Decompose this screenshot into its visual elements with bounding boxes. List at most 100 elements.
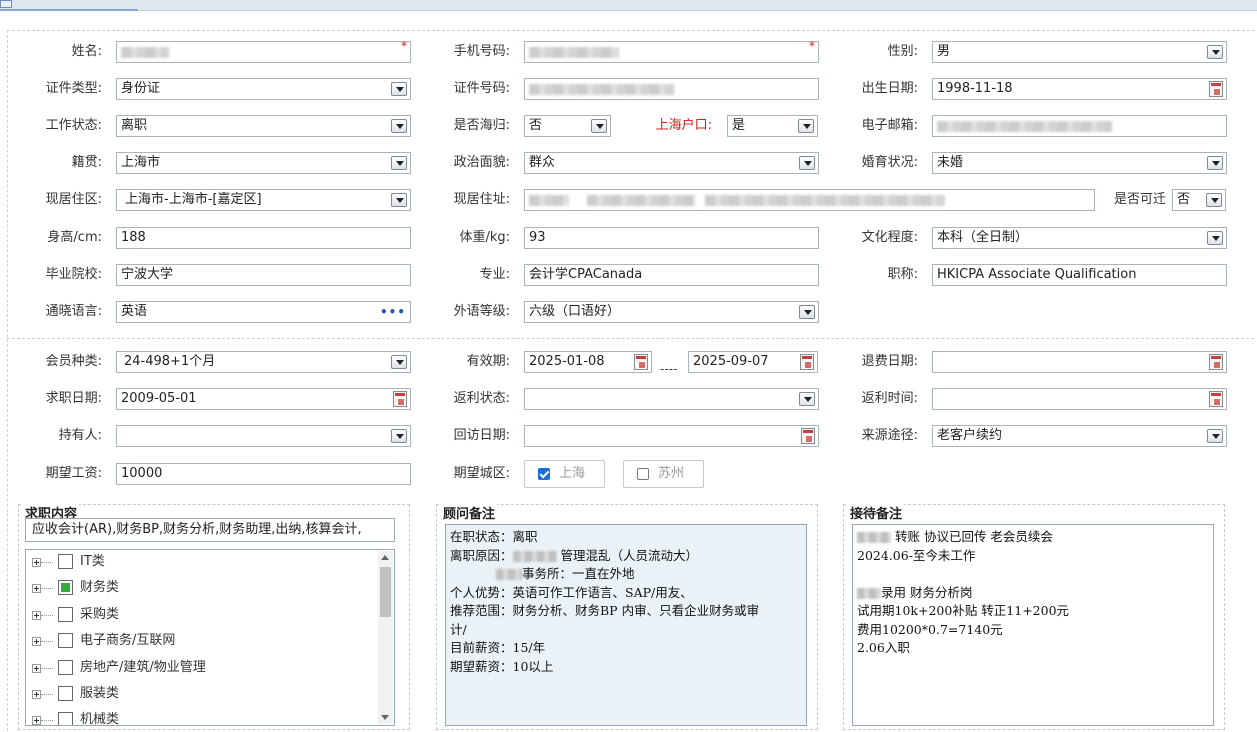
tree-item[interactable]: 电子商务/互联网: [26, 629, 376, 655]
id-type-select[interactable]: 身份证: [116, 78, 411, 100]
chevron-down-icon[interactable]: [1207, 45, 1223, 59]
major-field[interactable]: 会计学CPACanada: [524, 264, 819, 286]
chevron-down-icon[interactable]: [1207, 231, 1223, 245]
reception-notes-textarea[interactable]: 转账 协议已回传 老会员续会 2024.06-至今未工作 录用 财务分析岗 试用期10…: [852, 524, 1214, 726]
tree-item[interactable]: 房地产/建筑/物业管理: [26, 656, 376, 682]
expand-icon[interactable]: [32, 690, 41, 699]
height-field[interactable]: 188: [116, 227, 411, 249]
checkbox-icon[interactable]: [58, 660, 73, 675]
visit-date-field[interactable]: [524, 425, 819, 447]
valid-start-field[interactable]: 2025-01-08: [524, 351, 652, 373]
language-level-label: 外语等级:: [453, 304, 510, 319]
chevron-down-icon[interactable]: [798, 119, 814, 133]
work-status-select[interactable]: 离职: [116, 115, 411, 137]
tree-scrollbar[interactable]: [378, 551, 393, 724]
chevron-down-icon[interactable]: [391, 82, 407, 96]
rebate-status-select[interactable]: [524, 388, 819, 410]
note-text: 离职原因：: [450, 547, 513, 563]
calendar-icon[interactable]: [1209, 391, 1223, 407]
chevron-down-icon[interactable]: [1207, 156, 1223, 170]
checkbox-partial-icon[interactable]: [58, 580, 73, 595]
tree-item[interactable]: IT类: [26, 550, 376, 576]
advisor-notes-textarea[interactable]: 在职状态：离职 离职原因： 管理混乱（人员流动大） 事务所：一直在外地 个人优势：英语…: [445, 524, 807, 726]
chevron-down-icon[interactable]: [391, 193, 407, 207]
residence-area-select[interactable]: 上海市-上海市-[嘉定区]: [116, 189, 411, 211]
education-select[interactable]: 本科（全日制）: [932, 227, 1227, 249]
city-option-shanghai[interactable]: 上海: [524, 460, 605, 488]
expand-icon[interactable]: [32, 716, 41, 725]
chevron-down-icon[interactable]: [1207, 429, 1223, 443]
returnee-select[interactable]: 否: [524, 115, 611, 137]
chevron-down-icon[interactable]: [391, 119, 407, 133]
expand-icon[interactable]: [32, 664, 41, 673]
relocate-select[interactable]: 否: [1172, 189, 1226, 211]
phone-field[interactable]: *: [524, 39, 819, 63]
checkbox-icon[interactable]: [58, 554, 73, 569]
chevron-down-icon[interactable]: [799, 392, 815, 406]
scroll-down-icon[interactable]: [381, 715, 389, 720]
refund-date-field[interactable]: [932, 351, 1227, 373]
birth-date-value: 1998-11-18: [937, 81, 1013, 96]
calendar-icon[interactable]: [800, 354, 814, 370]
marital-select[interactable]: 未婚: [932, 152, 1227, 174]
holder-select[interactable]: [116, 425, 411, 447]
calendar-icon[interactable]: [634, 354, 648, 370]
chevron-down-icon[interactable]: [799, 305, 815, 319]
weight-field[interactable]: 93: [524, 227, 819, 249]
checkbox-icon[interactable]: [58, 633, 73, 648]
city-option-suzhou[interactable]: 苏州: [623, 460, 704, 488]
redacted-text: [512, 550, 557, 562]
calendar-icon[interactable]: [1209, 81, 1223, 97]
tree-item[interactable]: 采购类: [26, 603, 376, 629]
expand-icon[interactable]: [32, 558, 41, 567]
name-field[interactable]: *: [116, 39, 411, 63]
redacted-address-3: [705, 195, 945, 206]
expand-icon[interactable]: [32, 584, 41, 593]
more-icon[interactable]: •••: [380, 305, 406, 319]
scroll-up-icon[interactable]: [381, 555, 389, 560]
note-line: 2.06入职: [857, 639, 1209, 658]
chevron-down-icon[interactable]: [799, 156, 815, 170]
language-level-select[interactable]: 六级（口语好）: [524, 301, 819, 323]
member-type-select[interactable]: 24-498+1个月: [116, 351, 411, 373]
member-type-value: 24-498+1个月: [124, 354, 216, 369]
calendar-icon[interactable]: [1209, 354, 1223, 370]
tree-item[interactable]: 机械类: [26, 708, 376, 725]
calendar-icon[interactable]: [801, 428, 815, 444]
expected-salary-field[interactable]: 10000: [116, 463, 411, 485]
email-field[interactable]: [932, 115, 1227, 137]
title-field[interactable]: HKICPA Associate Qualification: [932, 264, 1227, 286]
job-content-summary[interactable]: 应收会计(AR),财务BP,财务分析,财务助理,出纳,核算会计,: [25, 518, 395, 542]
checkbox-icon[interactable]: [58, 607, 73, 622]
rebate-time-field[interactable]: [932, 388, 1227, 410]
address-field[interactable]: [524, 189, 1095, 211]
calendar-icon[interactable]: [393, 391, 407, 407]
scrollbar-thumb[interactable]: [380, 567, 391, 617]
checkbox-icon[interactable]: [58, 686, 73, 701]
valid-end-field[interactable]: 2025-09-07: [688, 351, 818, 373]
expand-icon[interactable]: [32, 637, 41, 646]
expand-icon[interactable]: [32, 611, 41, 620]
shanghai-hukou-select[interactable]: 是: [727, 115, 818, 137]
source-select[interactable]: 老客户续约: [932, 425, 1227, 447]
chevron-down-icon[interactable]: [591, 119, 607, 133]
birth-date-field[interactable]: 1998-11-18: [932, 78, 1227, 100]
native-place-select[interactable]: 上海市: [116, 152, 411, 174]
chevron-down-icon[interactable]: [391, 156, 407, 170]
chevron-down-icon[interactable]: [1206, 193, 1222, 207]
job-seek-date-field[interactable]: 2009-05-01: [116, 388, 411, 410]
gender-select[interactable]: 男: [932, 41, 1227, 63]
tree-item[interactable]: 财务类: [26, 576, 376, 602]
checkbox-icon[interactable]: [58, 712, 73, 725]
chevron-down-icon[interactable]: [391, 429, 407, 443]
checkbox-checked-icon[interactable]: [538, 468, 550, 480]
political-select[interactable]: 群众: [524, 152, 819, 174]
checkbox-icon[interactable]: [637, 468, 649, 480]
job-category-tree: IT类 财务类 采购类 电子商务/互联网 房地产/建筑/物业管理 服装类 机械类: [25, 549, 395, 726]
tree-connector: [41, 668, 53, 669]
chevron-down-icon[interactable]: [391, 355, 407, 369]
id-number-field[interactable]: [524, 78, 819, 100]
tree-item[interactable]: 服装类: [26, 682, 376, 708]
school-field[interactable]: 宁波大学: [116, 264, 411, 286]
language-field[interactable]: 英语 •••: [116, 301, 411, 323]
